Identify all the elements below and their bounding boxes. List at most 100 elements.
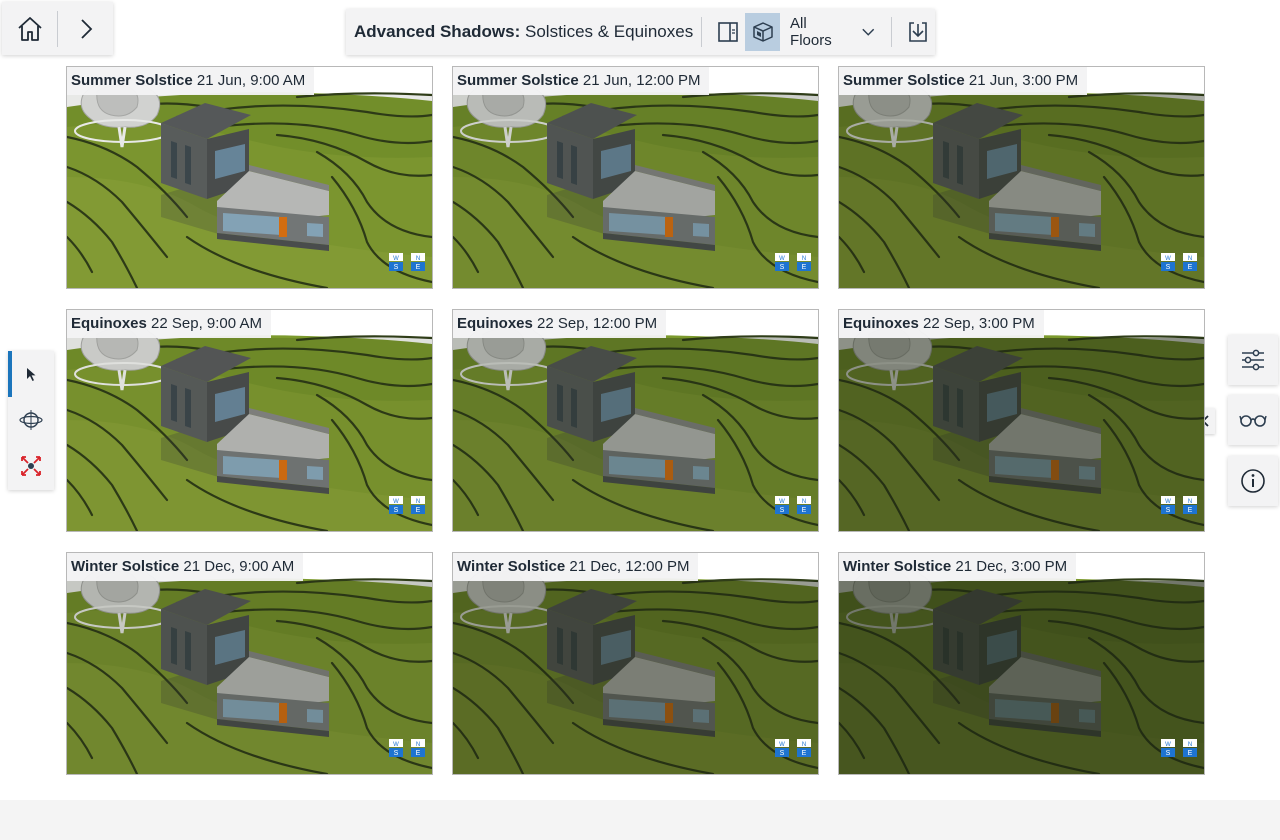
- orbit-icon: [19, 410, 43, 430]
- compass-s: S: [780, 750, 785, 757]
- tile-season: Summer Solstice: [457, 72, 579, 89]
- shadow-tile-equinox-3pm[interactable]: W S N E Equinoxes 22 Sep, 3:00 PM: [838, 309, 1205, 532]
- tile-time: 22 Sep, 12:00 PM: [537, 315, 658, 332]
- scene-render: W S N E: [453, 67, 818, 288]
- cursor-icon: [27, 368, 36, 381]
- tile-label: Winter Solstice 21 Dec, 12:00 PM: [453, 553, 699, 581]
- compass-e: E: [802, 264, 807, 271]
- scene-render: W S N E: [839, 310, 1204, 531]
- tile-label: Equinoxes 22 Sep, 9:00 AM: [67, 310, 271, 338]
- scene-render: W S N E: [453, 553, 818, 774]
- page-title-rest: Solstices & Equinoxes: [525, 22, 694, 41]
- scene-render: W S N E: [67, 67, 432, 288]
- compass-s: S: [1166, 750, 1171, 757]
- bottom-strip: [0, 800, 1280, 840]
- shadow-tile-winter-9am[interactable]: W S N E Winter Solstice 21 Dec, 9:00 AM: [66, 552, 433, 775]
- tile-season: Equinoxes: [843, 315, 919, 332]
- download-icon: [908, 22, 927, 42]
- page-title: Advanced Shadows: Solstices & Equinoxes: [346, 22, 693, 42]
- model-view-button[interactable]: [745, 13, 781, 51]
- shadow-tile-winter-3pm[interactable]: W S N E Winter Solstice 21 Dec, 3:00 PM: [838, 552, 1205, 775]
- panel-icon: [717, 22, 738, 42]
- download-button[interactable]: [900, 13, 935, 51]
- compass-e: E: [1188, 507, 1193, 514]
- compass-e: E: [1188, 264, 1193, 271]
- compass-w: W: [1165, 499, 1171, 505]
- floors-dropdown[interactable]: All Floors: [780, 15, 883, 49]
- nav-bar: [2, 2, 113, 55]
- compass-n: N: [1188, 499, 1192, 505]
- tile-time: 21 Dec, 9:00 AM: [183, 558, 295, 575]
- tile-label: Winter Solstice 21 Dec, 3:00 PM: [839, 553, 1077, 581]
- shadow-tile-equinox-9am[interactable]: W S N E Equinoxes 22 Sep, 9:00 AM: [66, 309, 433, 532]
- panel-button[interactable]: [710, 13, 745, 51]
- tile-season: Summer Solstice: [71, 72, 193, 89]
- tile-time: 21 Dec, 12:00 PM: [569, 558, 690, 575]
- tile-season: Equinoxes: [71, 315, 147, 332]
- info-button[interactable]: [1228, 456, 1278, 506]
- glasses-icon: [1239, 415, 1267, 427]
- sliders-icon: [1242, 349, 1264, 371]
- select-tool-button[interactable]: [8, 351, 54, 397]
- shadow-overlay: [67, 581, 432, 774]
- tile-season: Winter Solstice: [457, 558, 566, 575]
- zoom-extents-icon: [21, 456, 41, 476]
- forward-button[interactable]: [58, 2, 113, 55]
- scene-render: W S N E: [67, 310, 432, 531]
- shadow-overlay: [453, 338, 818, 531]
- compass-e: E: [416, 264, 421, 271]
- shadow-tile-summer-9am[interactable]: W S N E Summer Solstice 21 Jun, 9:00 AM: [66, 66, 433, 289]
- compass-s: S: [1166, 507, 1171, 514]
- scene-render: W S N E: [839, 67, 1204, 288]
- tile-time: 22 Sep, 9:00 AM: [151, 315, 262, 332]
- shadow-overlay: [839, 95, 1204, 288]
- shadow-overlay: [67, 95, 432, 288]
- tile-season: Equinoxes: [457, 315, 533, 332]
- scene-render: W S N E: [453, 310, 818, 531]
- home-button[interactable]: [2, 2, 57, 55]
- toolbar-divider: [701, 17, 703, 47]
- tile-time: 21 Jun, 3:00 PM: [968, 72, 1079, 89]
- left-toolbar: [8, 351, 54, 490]
- shadow-overlay: [67, 338, 432, 531]
- compass-n: N: [802, 499, 806, 505]
- scene-render: W S N E: [67, 553, 432, 774]
- compass-s: S: [394, 264, 399, 271]
- tile-label: Summer Solstice 21 Jun, 9:00 AM: [67, 67, 315, 95]
- shadow-overlay: [453, 95, 818, 288]
- compass-w: W: [393, 256, 399, 262]
- compass-s: S: [394, 507, 399, 514]
- compass-n: N: [1188, 742, 1192, 748]
- compass-w: W: [1165, 742, 1171, 748]
- info-icon: [1241, 469, 1265, 493]
- compass-e: E: [1188, 750, 1193, 757]
- shadow-tile-summer-3pm[interactable]: W S N E Summer Solstice 21 Jun, 3:00 PM: [838, 66, 1205, 289]
- shadow-tile-winter-12pm[interactable]: W S N E Winter Solstice 21 Dec, 12:00 PM: [452, 552, 819, 775]
- chevron-right-icon: [80, 18, 92, 39]
- compass-e: E: [416, 750, 421, 757]
- compass-n: N: [802, 256, 806, 262]
- compass-w: W: [393, 742, 399, 748]
- compass-w: W: [1165, 256, 1171, 262]
- page-title-bold: Advanced Shadows:: [354, 22, 521, 41]
- shadow-tile-summer-12pm[interactable]: W S N E Summer Solstice 21 Jun, 12:00 PM: [452, 66, 819, 289]
- shadow-tile-equinox-12pm[interactable]: W S N E Equinoxes 22 Sep, 12:00 PM: [452, 309, 819, 532]
- shadow-overlay: [453, 581, 818, 774]
- tile-time: 22 Sep, 3:00 PM: [923, 315, 1035, 332]
- orbit-tool-button[interactable]: [8, 397, 54, 443]
- zoom-extents-button[interactable]: [8, 443, 54, 489]
- compass-s: S: [1166, 264, 1171, 271]
- tile-season: Summer Solstice: [843, 72, 965, 89]
- scene-render: W S N E: [839, 553, 1204, 774]
- compass-w: W: [393, 499, 399, 505]
- compass-n: N: [1188, 256, 1192, 262]
- compass-e: E: [802, 750, 807, 757]
- settings-button[interactable]: [1228, 335, 1278, 385]
- compass-w: W: [779, 742, 785, 748]
- tile-label: Equinoxes 22 Sep, 3:00 PM: [839, 310, 1044, 338]
- compass-e: E: [416, 507, 421, 514]
- compass-w: W: [779, 499, 785, 505]
- tile-time: 21 Dec, 3:00 PM: [955, 558, 1068, 575]
- shadow-overlay: [839, 581, 1204, 774]
- view-options-button[interactable]: [1228, 395, 1278, 445]
